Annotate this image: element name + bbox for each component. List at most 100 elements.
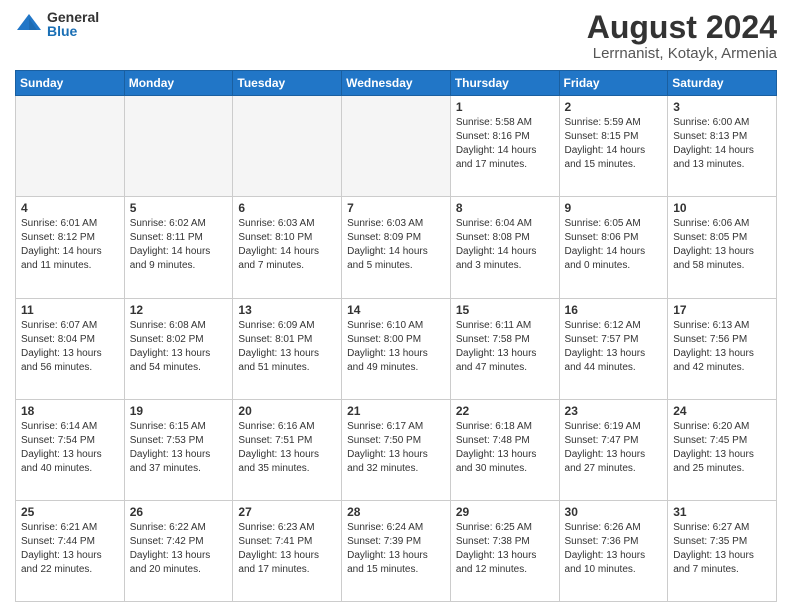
header: General Blue August 2024 Lerrnanist, Kot… [15,10,777,62]
day-number: 8 [456,201,554,215]
subtitle: Lerrnanist, Kotayk, Armenia [587,45,777,62]
day-info: Sunrise: 6:03 AM Sunset: 8:09 PM Dayligh… [347,217,445,273]
calendar-cell: 29Sunrise: 6:25 AM Sunset: 7:38 PM Dayli… [450,500,559,601]
day-number: 4 [21,201,119,215]
day-info: Sunrise: 6:14 AM Sunset: 7:54 PM Dayligh… [21,420,119,476]
calendar-cell: 4 Sunrise: 6:01 AM Sunset: 8:12 PM Daylig… [16,197,125,298]
calendar-cell: 23Sunrise: 6:19 AM Sunset: 7:47 PM Dayli… [559,399,668,500]
calendar-cell: 30 Sunrise: 6:26 AM Sunset: 7:36 PM Dayli… [559,500,668,601]
day-number: 25 [21,505,119,519]
day-info: Sunrise: 6:21 AM Sunset: 7:44 PM Dayligh… [21,521,119,577]
day-number: 30 [565,505,663,519]
day-number: 14 [347,303,445,317]
calendar-week-row: 25 Sunrise: 6:21 AM Sunset: 7:44 PM Dayli… [16,500,777,601]
day-info: Sunrise: 6:00 AM Sunset: 8:13 PM Dayligh… [673,116,771,172]
calendar-week-row: 4 Sunrise: 6:01 AM Sunset: 8:12 PM Daylig… [16,197,777,298]
day-info: Sunrise: 6:01 AM Sunset: 8:12 PM Dayligh… [21,217,119,273]
calendar-cell [342,96,451,197]
day-number: 24 [673,404,771,418]
day-number: 18 [21,404,119,418]
day-number: 9 [565,201,663,215]
calendar-cell: 27Sunrise: 6:23 AM Sunset: 7:41 PM Dayli… [233,500,342,601]
calendar-cell: 31 Sunrise: 6:27 AM Sunset: 7:35 PM Dayli… [668,500,777,601]
calendar-table: SundayMondayTuesdayWednesdayThursdayFrid… [15,70,777,602]
logo-general-text: General [47,10,99,24]
logo-icon [15,10,43,38]
calendar-cell: 17 Sunrise: 6:13 AM Sunset: 7:56 PM Dayli… [668,298,777,399]
title-block: August 2024 Lerrnanist, Kotayk, Armenia [587,10,777,62]
calendar-cell: 28Sunrise: 6:24 AM Sunset: 7:39 PM Dayli… [342,500,451,601]
day-number: 31 [673,505,771,519]
day-info: Sunrise: 6:12 AM Sunset: 7:57 PM Dayligh… [565,319,663,375]
calendar-cell [124,96,233,197]
page: General Blue August 2024 Lerrnanist, Kot… [0,0,792,612]
calendar-cell: 22 Sunrise: 6:18 AM Sunset: 7:48 PM Dayli… [450,399,559,500]
calendar-cell: 13 Sunrise: 6:09 AM Sunset: 8:01 PM Dayli… [233,298,342,399]
main-title: August 2024 [587,10,777,45]
calendar-body: 1 Sunrise: 5:58 AM Sunset: 8:16 PM Daylig… [16,96,777,602]
day-number: 16 [565,303,663,317]
day-number: 19 [130,404,228,418]
calendar-cell: 5Sunrise: 6:02 AM Sunset: 8:11 PM Daylig… [124,197,233,298]
day-number: 29 [456,505,554,519]
calendar-cell: 12 Sunrise: 6:08 AM Sunset: 8:02 PM Dayli… [124,298,233,399]
day-of-week-header: Saturday [668,71,777,96]
day-number: 1 [456,100,554,114]
day-info: Sunrise: 6:18 AM Sunset: 7:48 PM Dayligh… [456,420,554,476]
calendar-cell: 15Sunrise: 6:11 AM Sunset: 7:58 PM Dayli… [450,298,559,399]
logo-blue-text: Blue [47,24,99,38]
day-of-week-header: Monday [124,71,233,96]
calendar-cell: 16 Sunrise: 6:12 AM Sunset: 7:57 PM Dayli… [559,298,668,399]
calendar-cell: 26 Sunrise: 6:22 AM Sunset: 7:42 PM Dayli… [124,500,233,601]
day-info: Sunrise: 6:17 AM Sunset: 7:50 PM Dayligh… [347,420,445,476]
calendar-cell: 18 Sunrise: 6:14 AM Sunset: 7:54 PM Dayli… [16,399,125,500]
day-info: Sunrise: 5:59 AM Sunset: 8:15 PM Dayligh… [565,116,663,172]
day-of-week-header: Tuesday [233,71,342,96]
day-info: Sunrise: 5:58 AM Sunset: 8:16 PM Dayligh… [456,116,554,172]
calendar-week-row: 18 Sunrise: 6:14 AM Sunset: 7:54 PM Dayli… [16,399,777,500]
day-info: Sunrise: 6:08 AM Sunset: 8:02 PM Dayligh… [130,319,228,375]
day-number: 17 [673,303,771,317]
day-info: Sunrise: 6:06 AM Sunset: 8:05 PM Dayligh… [673,217,771,273]
calendar-cell: 19Sunrise: 6:15 AM Sunset: 7:53 PM Dayli… [124,399,233,500]
calendar-cell [16,96,125,197]
day-number: 13 [238,303,336,317]
day-number: 20 [238,404,336,418]
day-number: 26 [130,505,228,519]
calendar-week-row: 11Sunrise: 6:07 AM Sunset: 8:04 PM Dayli… [16,298,777,399]
logo: General Blue [15,10,99,38]
day-number: 27 [238,505,336,519]
header-row: SundayMondayTuesdayWednesdayThursdayFrid… [16,71,777,96]
calendar-cell: 20Sunrise: 6:16 AM Sunset: 7:51 PM Dayli… [233,399,342,500]
day-number: 22 [456,404,554,418]
day-info: Sunrise: 6:10 AM Sunset: 8:00 PM Dayligh… [347,319,445,375]
calendar-cell: 1 Sunrise: 5:58 AM Sunset: 8:16 PM Daylig… [450,96,559,197]
day-info: Sunrise: 6:05 AM Sunset: 8:06 PM Dayligh… [565,217,663,273]
day-info: Sunrise: 6:27 AM Sunset: 7:35 PM Dayligh… [673,521,771,577]
day-number: 15 [456,303,554,317]
day-number: 2 [565,100,663,114]
calendar-header: SundayMondayTuesdayWednesdayThursdayFrid… [16,71,777,96]
day-of-week-header: Sunday [16,71,125,96]
calendar-week-row: 1 Sunrise: 5:58 AM Sunset: 8:16 PM Daylig… [16,96,777,197]
day-info: Sunrise: 6:07 AM Sunset: 8:04 PM Dayligh… [21,319,119,375]
day-info: Sunrise: 6:20 AM Sunset: 7:45 PM Dayligh… [673,420,771,476]
calendar-cell: 9 Sunrise: 6:05 AM Sunset: 8:06 PM Daylig… [559,197,668,298]
day-number: 10 [673,201,771,215]
day-number: 6 [238,201,336,215]
day-info: Sunrise: 6:13 AM Sunset: 7:56 PM Dayligh… [673,319,771,375]
day-info: Sunrise: 6:26 AM Sunset: 7:36 PM Dayligh… [565,521,663,577]
day-number: 12 [130,303,228,317]
calendar-cell [233,96,342,197]
logo-text: General Blue [47,10,99,38]
day-info: Sunrise: 6:03 AM Sunset: 8:10 PM Dayligh… [238,217,336,273]
day-number: 5 [130,201,228,215]
calendar-cell: 10 Sunrise: 6:06 AM Sunset: 8:05 PM Dayli… [668,197,777,298]
day-number: 28 [347,505,445,519]
calendar-cell: 21Sunrise: 6:17 AM Sunset: 7:50 PM Dayli… [342,399,451,500]
day-number: 3 [673,100,771,114]
calendar-cell: 6 Sunrise: 6:03 AM Sunset: 8:10 PM Daylig… [233,197,342,298]
day-info: Sunrise: 6:22 AM Sunset: 7:42 PM Dayligh… [130,521,228,577]
day-of-week-header: Friday [559,71,668,96]
day-info: Sunrise: 6:09 AM Sunset: 8:01 PM Dayligh… [238,319,336,375]
